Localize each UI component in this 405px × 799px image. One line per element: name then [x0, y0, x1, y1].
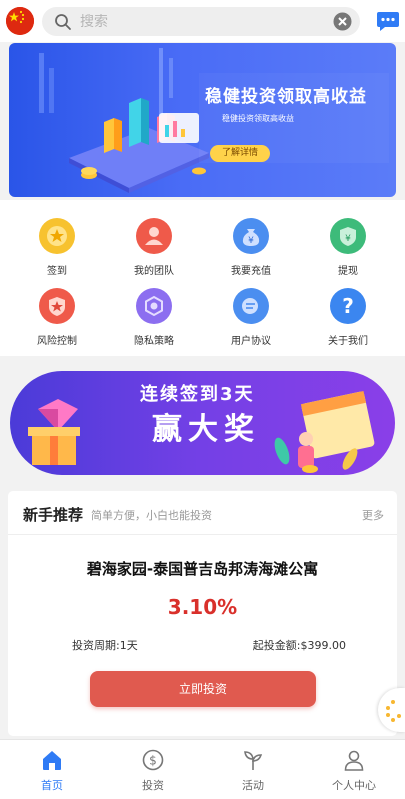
nav-activity[interactable]: 活动 — [213, 748, 293, 793]
product-min-amount: 起投金额:$399.00 — [252, 639, 346, 652]
privacy-icon — [136, 288, 172, 324]
checkin-line2: 赢大奖 — [152, 412, 260, 447]
menu-label: 隐私策略 — [134, 336, 174, 347]
nav-invest[interactable]: $ 投资 — [113, 748, 193, 793]
nav-home[interactable]: 首页 — [12, 748, 92, 793]
menu-item-privacy[interactable]: 隐私策略 — [114, 288, 194, 347]
banner-subtitle: 稳健投资领取高收益 — [222, 114, 294, 123]
svg-text:$: $ — [149, 754, 157, 768]
bottom-nav: 首页 $ 投资 活动 个人中心 — [0, 739, 405, 799]
menu-label: 关于我们 — [328, 336, 368, 347]
loading-dots-icon — [386, 700, 401, 722]
feature-grid: 签到 我的团队 ¥ 我要充值 ¥ 提现 风险控制 隐私策略 用户协议 ? 关于我… — [0, 200, 405, 356]
menu-item-checkin[interactable]: 签到 — [17, 218, 97, 277]
message-icon[interactable] — [376, 11, 400, 32]
search-input[interactable] — [80, 13, 320, 30]
svg-text:¥: ¥ — [248, 236, 254, 246]
promo-banner[interactable] — [9, 43, 396, 197]
home-icon — [43, 751, 61, 770]
menu-label: 风险控制 — [37, 336, 77, 347]
user-icon — [344, 750, 364, 771]
medal-icon — [39, 218, 75, 254]
menu-item-withdraw[interactable]: ¥ 提现 — [308, 218, 388, 277]
menu-item-recharge[interactable]: ¥ 我要充值 — [211, 218, 291, 277]
product-name[interactable]: 碧海家园-泰国普吉岛邦涛海滩公寓 — [8, 558, 397, 579]
coin-icon: $ — [142, 749, 164, 771]
invest-now-button[interactable]: 立即投资 — [90, 671, 316, 707]
menu-item-risk-control[interactable]: 风险控制 — [17, 288, 97, 347]
recommend-subtitle: 简单方便，小白也能投资 — [91, 509, 212, 522]
china-flag-icon[interactable] — [6, 7, 34, 35]
menu-label: 我要充值 — [231, 266, 271, 277]
menu-item-about[interactable]: ? 关于我们 — [308, 288, 388, 347]
banner-illustration — [39, 48, 389, 193]
clear-icon[interactable] — [333, 12, 352, 31]
team-icon — [136, 218, 172, 254]
menu-item-agreement[interactable]: 用户协议 — [211, 288, 291, 347]
menu-label: 签到 — [47, 266, 67, 277]
nav-label: 首页 — [41, 779, 63, 792]
recommend-card: 新手推荐 简单方便，小白也能投资 更多 碧海家园-泰国普吉岛邦涛海滩公寓 3.1… — [8, 491, 397, 736]
more-link[interactable]: 更多 — [362, 507, 384, 523]
nav-label: 投资 — [142, 779, 164, 792]
question-icon: ? — [330, 288, 366, 324]
menu-label: 我的团队 — [134, 266, 174, 277]
checkin-line1: 连续签到3天 — [140, 384, 255, 405]
menu-label: 提现 — [338, 266, 358, 277]
banner-title: 稳健投资领取高收益 — [205, 87, 367, 107]
svg-text:?: ? — [342, 294, 354, 318]
recommend-header: 新手推荐 简单方便，小白也能投资 更多 — [8, 491, 397, 535]
menu-label: 用户协议 — [231, 336, 271, 347]
star-shield-icon — [39, 288, 75, 324]
product-rate: 3.10% — [167, 595, 238, 619]
nav-label: 个人中心 — [332, 779, 376, 792]
nav-label: 活动 — [242, 779, 264, 792]
agreement-icon — [233, 288, 269, 324]
menu-item-team[interactable]: 我的团队 — [114, 218, 194, 277]
product-period: 投资周期:1天 — [72, 639, 138, 652]
sprout-icon — [244, 751, 263, 770]
learn-more-button[interactable]: 了解详情 — [210, 145, 270, 162]
nav-profile[interactable]: 个人中心 — [314, 748, 394, 793]
top-bar — [0, 0, 405, 42]
search-box[interactable] — [42, 7, 360, 36]
svg-text:¥: ¥ — [345, 234, 351, 244]
money-bag-icon: ¥ — [233, 218, 269, 254]
search-icon — [55, 13, 71, 30]
floating-service-button[interactable] — [378, 688, 405, 732]
withdraw-shield-icon: ¥ — [330, 218, 366, 254]
recommend-title: 新手推荐 — [23, 506, 84, 524]
